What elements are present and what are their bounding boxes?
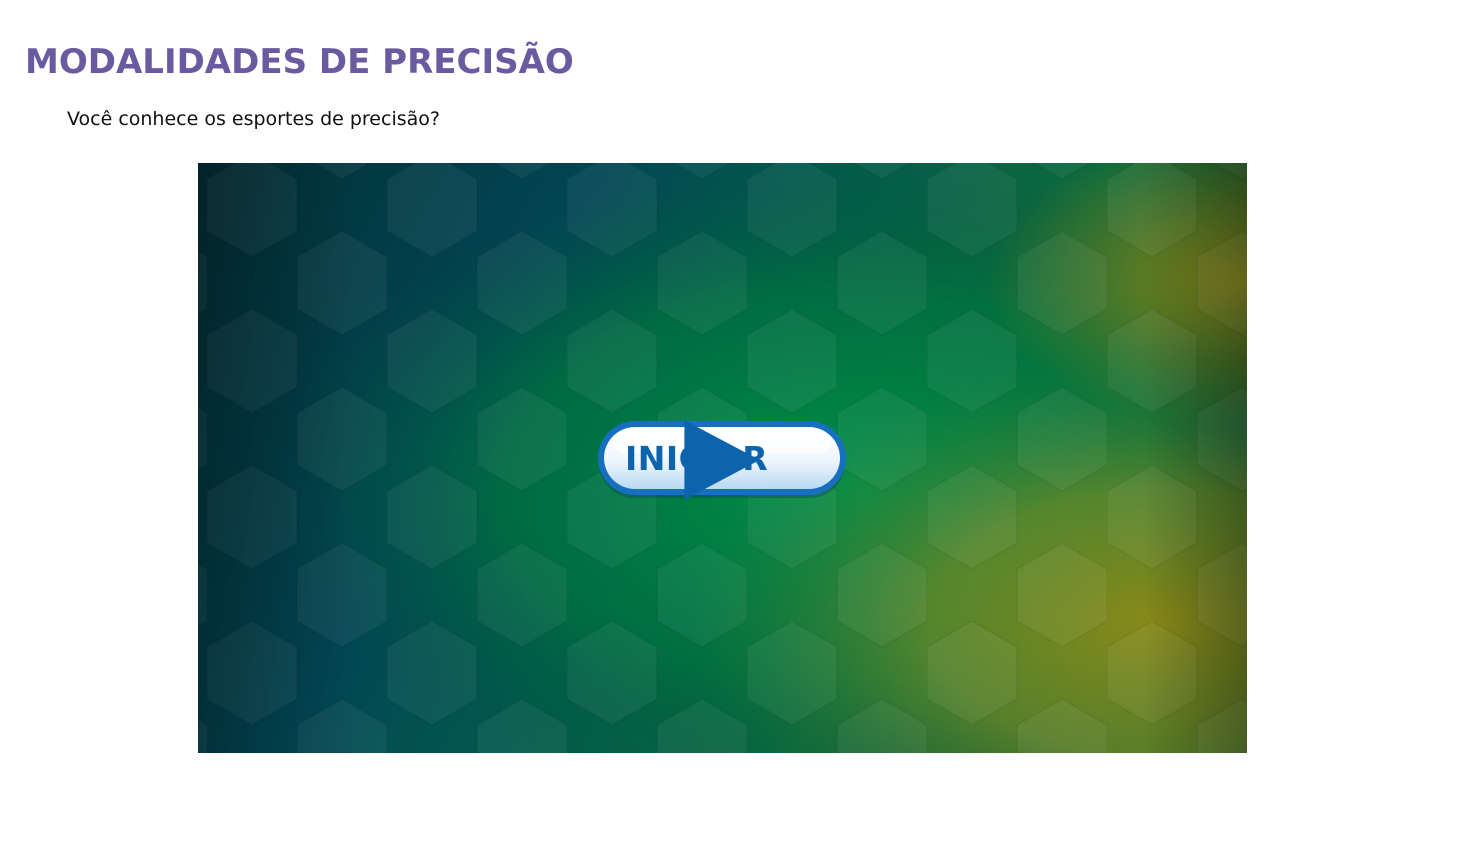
activity-frame[interactable]: INICIAR xyxy=(198,163,1247,753)
page-title: MODALIDADES DE PRECISÃO xyxy=(25,42,574,82)
play-arrow-icon xyxy=(684,420,760,500)
page: MODALIDADES DE PRECISÃO Você conhece os … xyxy=(0,0,1460,850)
start-button[interactable]: INICIAR xyxy=(595,418,849,502)
page-subtitle: Você conhece os esportes de precisão? xyxy=(67,108,440,130)
